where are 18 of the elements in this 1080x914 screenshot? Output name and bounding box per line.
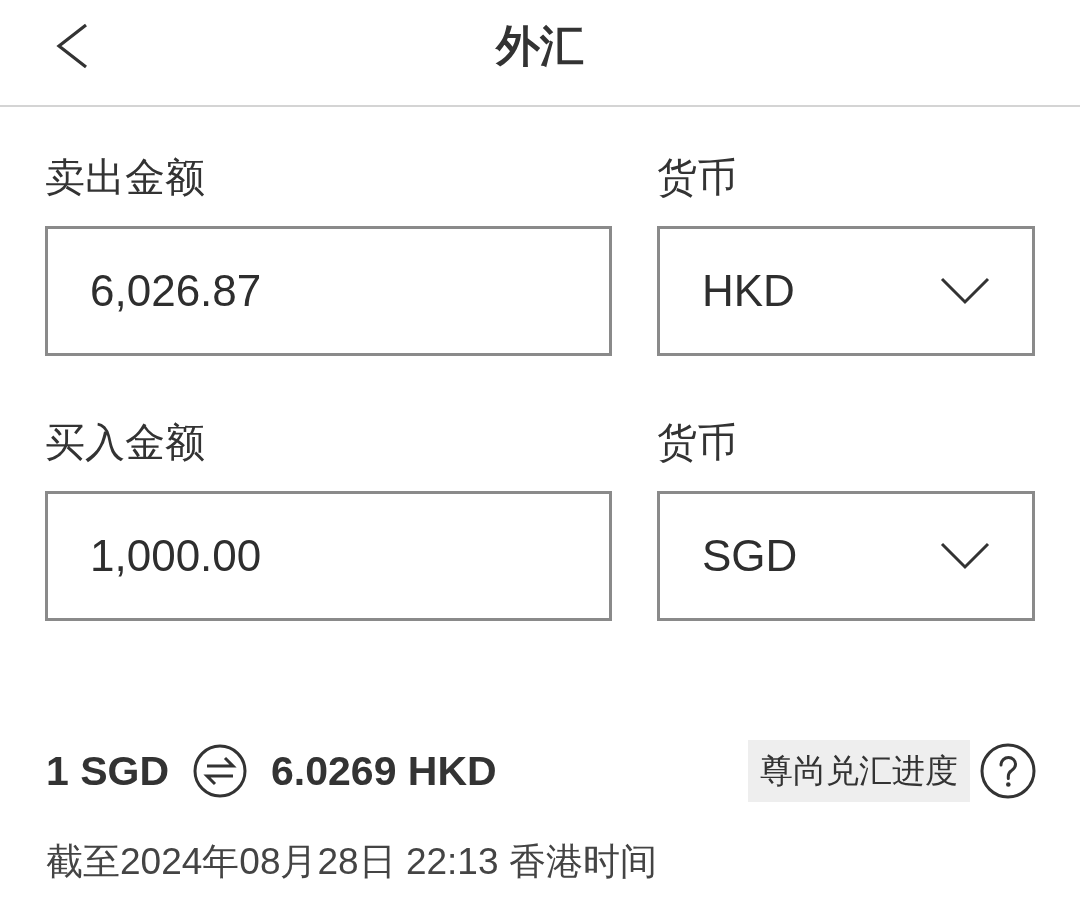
field-label: 货币 <box>657 154 737 201</box>
help-icon[interactable] <box>980 743 1036 799</box>
chevron-down-icon <box>940 277 990 305</box>
amount-field[interactable]: 1,000.00 <box>45 491 612 621</box>
premium-progress-button[interactable]: 尊尚兑汇进度 <box>748 740 970 802</box>
timestamp-text: 截至2024年08月28日 22:13 香港时间 <box>45 840 658 884</box>
back-icon[interactable] <box>55 22 89 69</box>
currency-select[interactable]: SGD <box>657 491 1035 621</box>
field-label: 买入金额 <box>45 419 205 466</box>
chevron-down-icon <box>940 542 990 570</box>
currency-select[interactable]: HKD <box>657 226 1035 356</box>
rate-text: 1 SGD <box>46 747 170 795</box>
field-label: 货币 <box>657 419 737 466</box>
page-title: 外汇 <box>496 19 584 72</box>
swap-icon <box>193 744 248 798</box>
field-label: 卖出金额 <box>45 154 205 201</box>
amount-field[interactable]: 6,026.87 <box>45 226 612 356</box>
rate-text: 6.0269 HKD <box>271 747 497 795</box>
